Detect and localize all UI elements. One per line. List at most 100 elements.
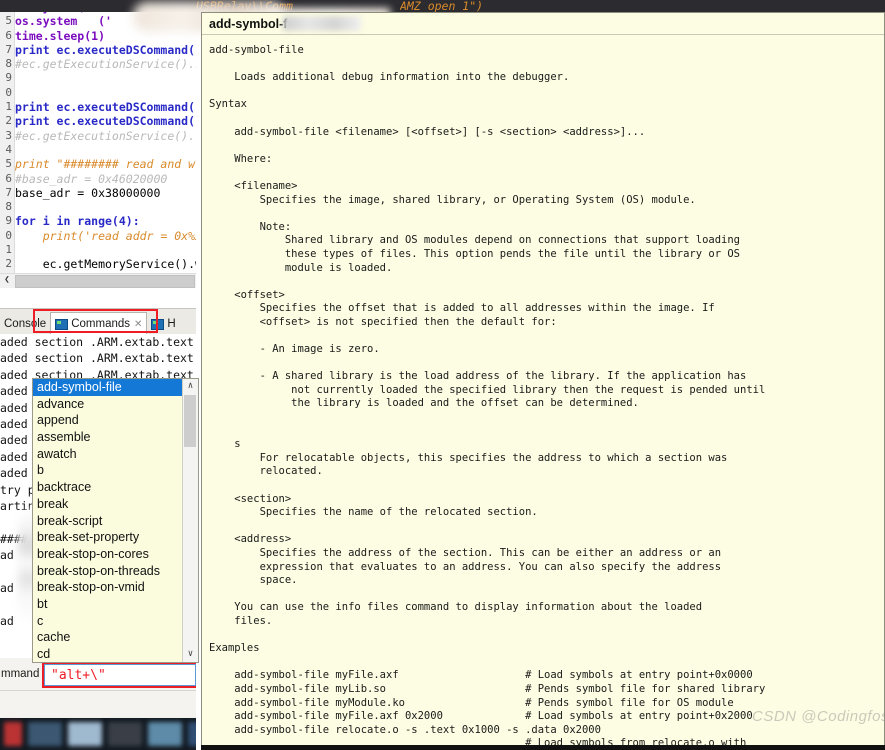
help-line: the library is loaded and the offset can…	[209, 397, 639, 410]
dropdown-item[interactable]: bt	[33, 596, 183, 613]
dropdown-item[interactable]: break-stop-on-cores	[33, 546, 183, 563]
code-line: base_adr = 0x38000000	[15, 185, 161, 200]
help-line: <offset> is not specified then the defau…	[209, 315, 557, 328]
line-number: 2	[5, 257, 12, 271]
command-autocomplete-dropdown[interactable]: add-symbol-file advance append assemble …	[32, 378, 199, 663]
dropdown-item[interactable]: append	[33, 412, 183, 429]
dropdown-item[interactable]: break-script	[33, 513, 183, 530]
terminal-icon	[151, 318, 165, 330]
code-line: ec.getMemoryService().w	[15, 257, 196, 272]
dropdown-item[interactable]: backtrace	[33, 479, 183, 496]
tab-commands[interactable]: Commands ✕	[50, 312, 148, 335]
line-number: 0	[5, 85, 12, 99]
dropdown-item[interactable]: break	[33, 496, 183, 513]
taskbar-app-icon[interactable]	[68, 722, 102, 746]
line-number: 5	[5, 157, 12, 171]
help-line: files.	[209, 614, 273, 627]
help-line: add-symbol-file relocate.o -s .text 0x10…	[209, 723, 601, 736]
help-line: Examples	[209, 642, 260, 655]
help-line: Specifies the offset that is added to al…	[209, 302, 715, 315]
taskbar-app-icon[interactable]	[28, 722, 62, 746]
help-line: <section>	[209, 492, 292, 505]
taskbar-app-icon[interactable]	[4, 722, 22, 746]
help-line: Specifies the image, shared library, or …	[209, 193, 696, 206]
help-line: these types of files. This option pends …	[209, 247, 741, 260]
help-line	[209, 207, 884, 221]
help-line: <offset>	[209, 288, 285, 301]
help-line: s	[209, 438, 241, 451]
command-input[interactable]: "alt+\"	[44, 664, 196, 686]
help-line	[209, 166, 884, 180]
taskbar-app-icon[interactable]	[108, 722, 142, 746]
help-line: Syntax	[209, 98, 247, 111]
code-line: #ec.getExecutionService().r	[15, 128, 196, 143]
code-line: #ec.getExecutionService().s	[15, 57, 196, 72]
terminal-icon	[55, 318, 69, 330]
dropdown-item[interactable]: break-stop-on-threads	[33, 563, 183, 580]
dropdown-item[interactable]: add-symbol-file	[33, 379, 183, 396]
editor-top-line-overflow-right: AMZ open 1")	[400, 0, 700, 12]
command-input-value: "alt+\"	[51, 667, 106, 683]
help-line	[209, 329, 884, 343]
help-line: - An image is zero.	[209, 343, 380, 356]
tab-console[interactable]: Console	[0, 313, 50, 335]
tab-history[interactable]: H	[147, 313, 179, 335]
dropdown-item[interactable]: break-stop-on-vmid	[33, 579, 183, 596]
editor-code-area[interactable]: os.system("D: os.system (' time.sleep(1)…	[15, 0, 196, 286]
help-panel-title-bar: add-symbol-f	[202, 13, 884, 35]
help-line: expression that evaluates to an address.…	[209, 560, 722, 573]
dropdown-item[interactable]: b	[33, 462, 183, 479]
help-line: module is loaded.	[209, 261, 393, 274]
line-number: 8	[5, 57, 12, 71]
help-line: - A shared library is the load address o…	[209, 370, 747, 383]
help-line	[209, 85, 884, 99]
dropdown-item[interactable]: cache	[33, 629, 183, 646]
code-line: for i in range(4):	[15, 214, 140, 229]
help-line: Where:	[209, 152, 273, 165]
help-line: Loads additional debug information into …	[209, 71, 570, 84]
code-editor[interactable]: 4 5 6 7 8 9 0 1 2 3 4 5 6 7 8 9 0 1 2 3	[0, 0, 196, 288]
close-icon[interactable]: ✕	[134, 319, 142, 330]
help-panel-body: add-symbol-file Loads additional debug i…	[202, 36, 884, 749]
help-line: add-symbol-file myFile.axf 0x2000 # Load…	[209, 710, 753, 723]
help-line: add-symbol-file myFile.axf # Load symbol…	[209, 669, 753, 682]
dropdown-scrollbar[interactable]: ∧ ∨	[182, 379, 198, 662]
code-line: print "######## read and wr	[15, 157, 196, 172]
help-line: space.	[209, 574, 298, 587]
line-number: 1	[5, 243, 12, 257]
dropdown-item[interactable]: c	[33, 613, 183, 630]
line-number: 4	[5, 142, 12, 156]
line-number: 0	[5, 228, 12, 242]
chevron-down-icon[interactable]: ∨	[183, 647, 198, 662]
code-line: print ec.executeDSCommand(	[15, 100, 196, 115]
dropdown-item[interactable]: cd	[33, 646, 183, 662]
line-number: 7	[5, 185, 12, 199]
console-line: aded section .ARM.extab.text._	[0, 351, 196, 366]
scrollbar-thumb[interactable]	[184, 395, 196, 447]
dropdown-list[interactable]: add-symbol-file advance append assemble …	[33, 379, 183, 662]
dropdown-item[interactable]: advance	[33, 396, 183, 413]
line-number: 6	[5, 171, 12, 185]
editor-horizontal-scrollbar[interactable]: ❮	[0, 273, 196, 288]
dropdown-item[interactable]: assemble	[33, 429, 183, 446]
line-number: 9	[5, 71, 12, 85]
line-number: 5	[5, 14, 12, 28]
help-line	[209, 357, 884, 371]
scrollbar-thumb[interactable]	[15, 274, 195, 288]
help-line: Specifies the name of the relocated sect…	[209, 506, 538, 519]
panel-tab-bar[interactable]: Console Commands ✕ H	[0, 308, 196, 335]
redacted-region	[283, 16, 362, 31]
window-bottom-edge	[201, 745, 885, 750]
dropdown-item[interactable]: break-set-property	[33, 529, 183, 546]
dropdown-item[interactable]: awatch	[33, 446, 183, 463]
help-line: add-symbol-file	[209, 44, 304, 56]
help-panel-title: add-symbol-f	[209, 16, 288, 31]
taskbar-app-icon[interactable]	[148, 722, 182, 746]
editor-line-number-gutter: 4 5 6 7 8 9 0 1 2 3 4 5 6 7 8 9 0 1 2 3	[0, 0, 15, 288]
code-line: os.system ('	[15, 14, 112, 29]
chevron-up-icon[interactable]: ∧	[183, 379, 198, 394]
line-number: 1	[5, 100, 12, 114]
help-line	[209, 425, 884, 439]
scroll-left-icon[interactable]: ❮	[0, 274, 14, 288]
line-number: 6	[5, 28, 12, 42]
